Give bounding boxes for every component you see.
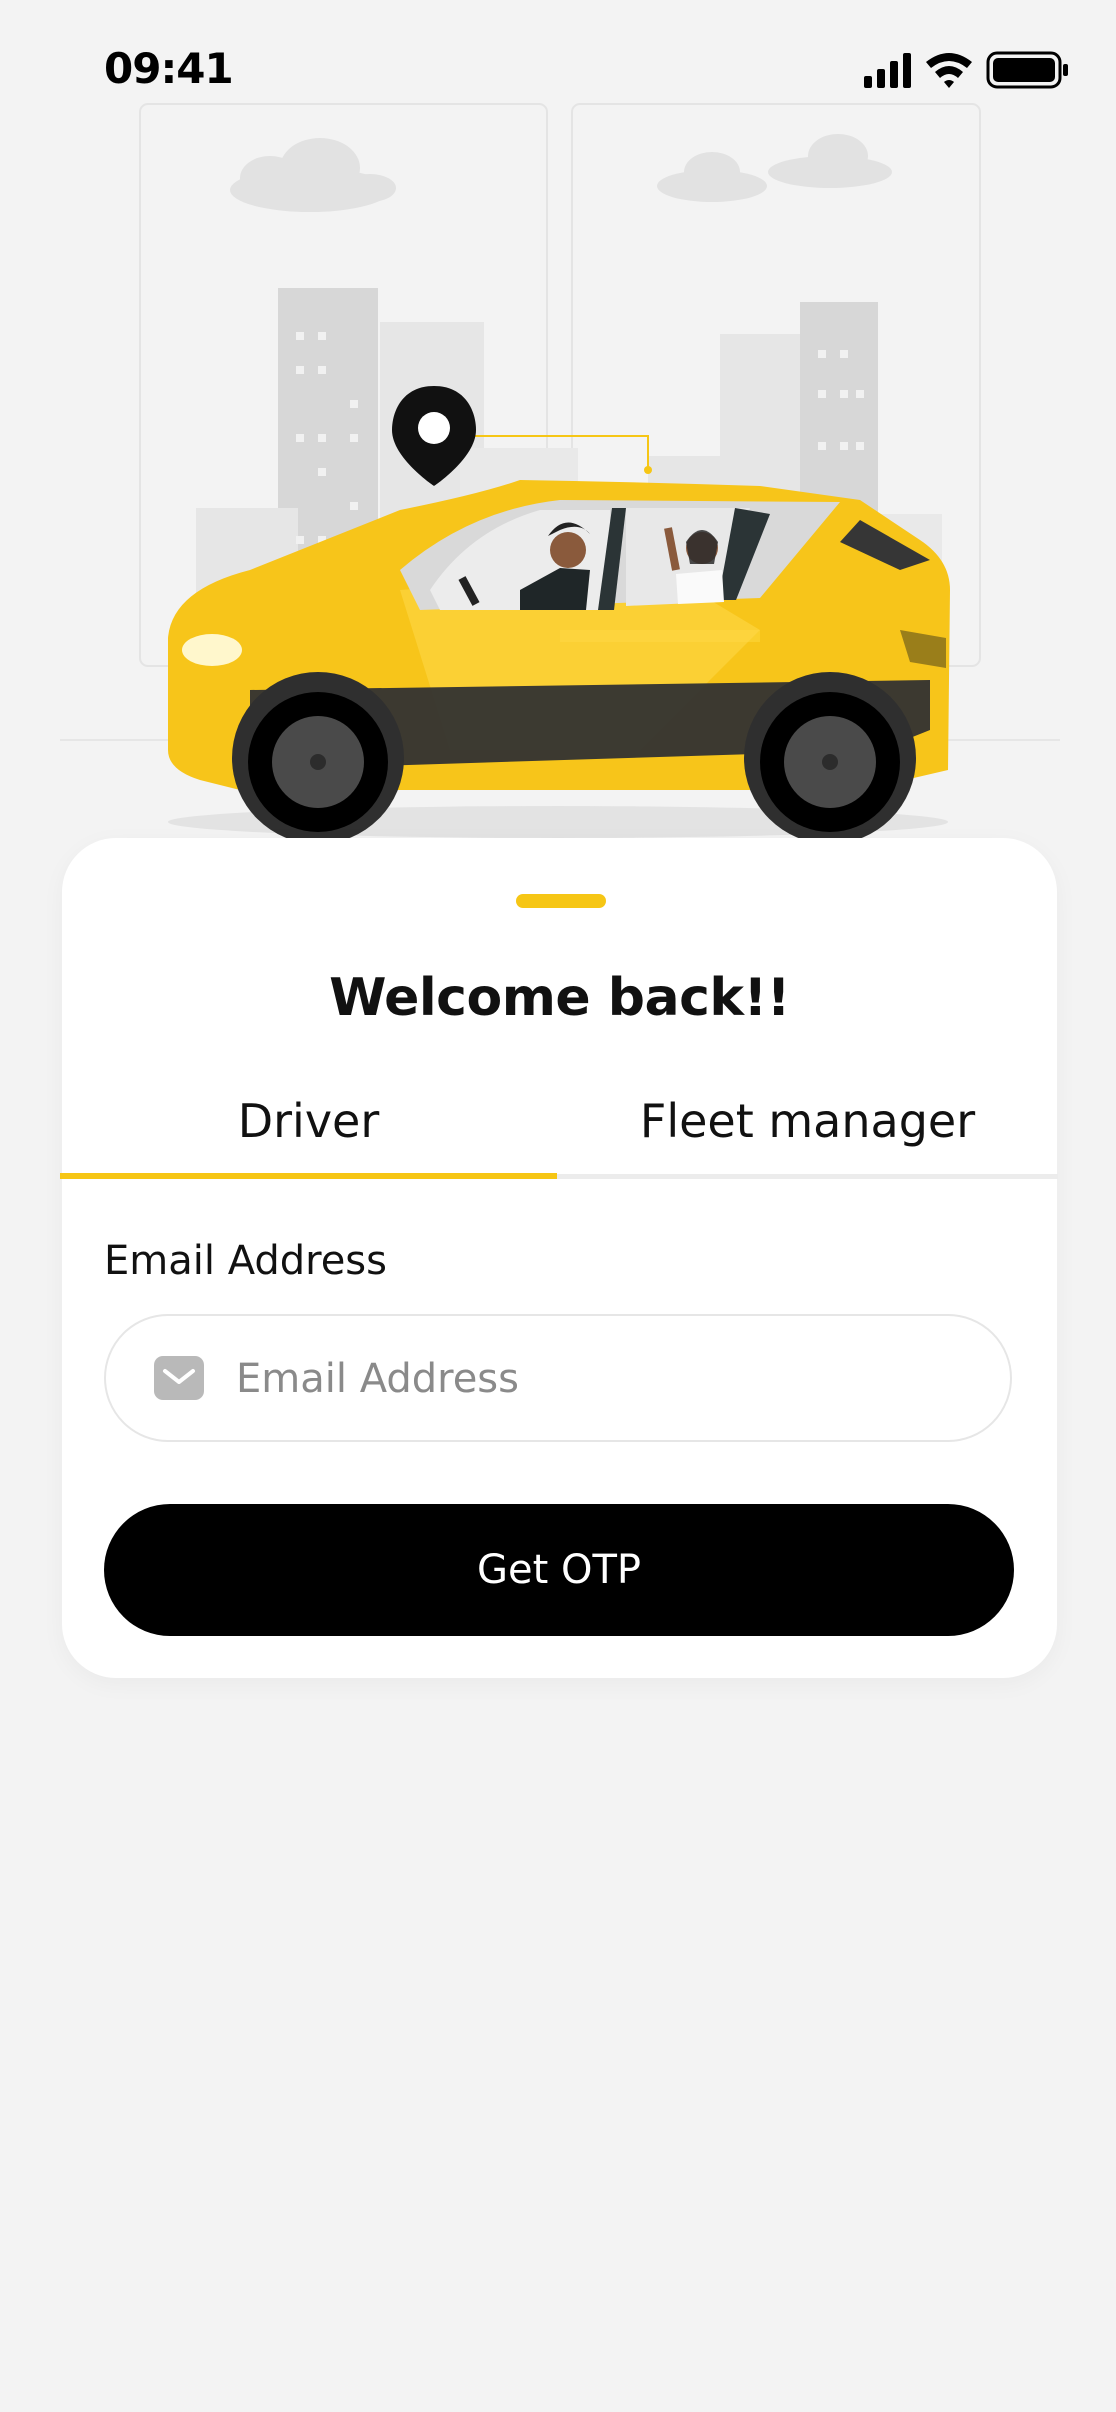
welcome-title: Welcome back!! — [329, 968, 790, 1028]
cloud — [657, 134, 892, 202]
drag-handle[interactable] — [516, 894, 606, 908]
login-card: Welcome back!! Driver Fleet manager Emai… — [60, 838, 1058, 1678]
wifi-icon — [926, 53, 972, 88]
mail-icon — [154, 1356, 204, 1400]
status-time: 09:41 — [104, 44, 234, 93]
cloud — [230, 138, 396, 212]
tab-driver[interactable]: Driver — [60, 1094, 557, 1174]
hero-illustration — [0, 90, 1116, 850]
tab-fleet-manager[interactable]: Fleet manager — [557, 1094, 1058, 1174]
cellular-signal-icon — [864, 53, 911, 88]
active-tab-indicator — [60, 1173, 557, 1179]
get-otp-button[interactable]: Get OTP — [104, 1504, 1014, 1636]
email-input[interactable] — [234, 1336, 978, 1422]
status-icons — [864, 50, 1074, 94]
role-tabs: Driver Fleet manager — [60, 1094, 1058, 1179]
email-label: Email Address — [104, 1238, 387, 1284]
battery-icon — [986, 51, 1068, 89]
email-field[interactable] — [104, 1314, 1012, 1442]
